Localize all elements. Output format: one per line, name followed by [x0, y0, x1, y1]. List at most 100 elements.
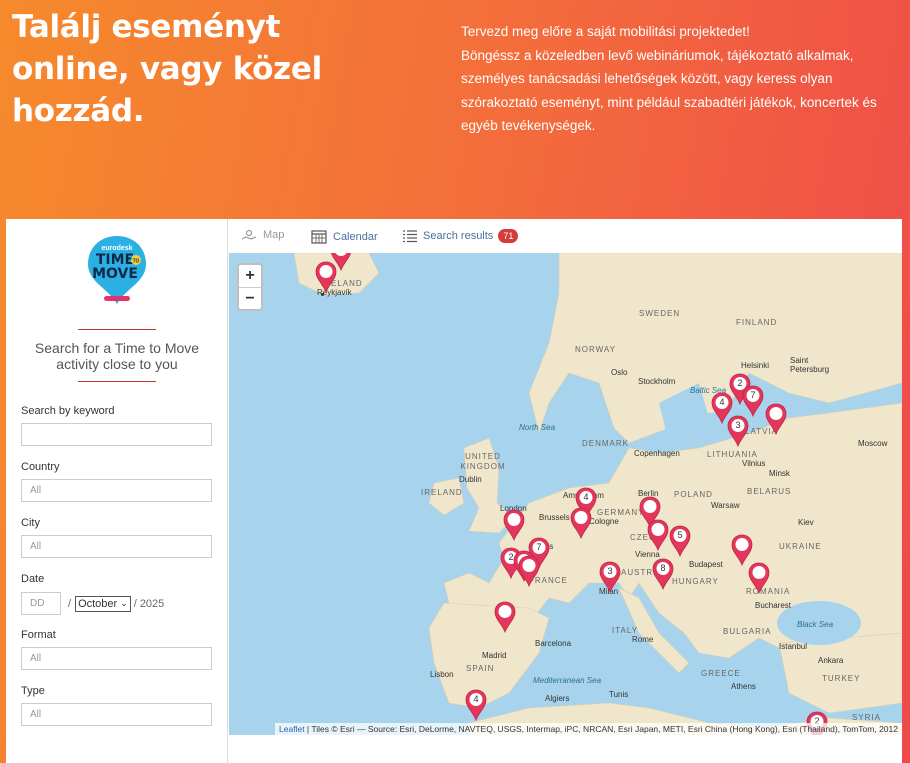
view-tabs: Map Calendar Search results 71 [229, 219, 902, 253]
marker-count: 3 [735, 420, 741, 430]
map-label-bucharest: Bucharest [755, 601, 792, 610]
map-label-lisbon: Lisbon [430, 670, 454, 679]
map-label-athens: Athens [731, 682, 756, 691]
marker-romania[interactable] [748, 562, 770, 594]
map-label-brussels: Brussels [539, 513, 570, 522]
map-label-vilnius: Vilnius [742, 459, 766, 468]
map-label-rome: Rome [632, 635, 654, 644]
date-row: DD / October ⌄ / 2025 [21, 592, 164, 615]
format-select[interactable]: All [21, 647, 212, 670]
marker-london[interactable] [503, 509, 525, 541]
map-label-oslo: Oslo [611, 368, 628, 377]
map-label-germany: GERMANY [597, 508, 645, 517]
country-select[interactable]: All [21, 479, 212, 502]
map-label-syria: SYRIA [852, 713, 882, 722]
map-label-hungary: HUNGARY [672, 577, 719, 586]
map-label-bulgaria: BULGARIA [723, 627, 772, 636]
marker-vienna-north[interactable]: 5 [669, 525, 691, 557]
map-label-poland: POLAND [674, 490, 713, 499]
month-select[interactable]: October ⌄ [75, 595, 131, 612]
tab-calendar-label: Calendar [333, 230, 378, 243]
date-year: 2025 [139, 597, 165, 610]
sidebar-heading: Search for a Time to Move activity close… [34, 340, 200, 372]
map-label-moscow: Moscow [858, 439, 888, 448]
marker-cologne[interactable] [570, 507, 592, 539]
marker-milan[interactable]: 3 [599, 561, 621, 593]
map-label-lithuania: LITHUANIA [707, 450, 758, 459]
search-panel: eurodesk TIME MOVE TO Search for a Time … [6, 219, 902, 763]
map-label-istanbul: Istanbul [779, 642, 808, 651]
svg-text:MOVE: MOVE [92, 266, 138, 282]
marker-paris-south2[interactable] [518, 555, 540, 587]
marker-graz[interactable]: 8 [652, 558, 674, 590]
map-label-kiev: Kiev [798, 518, 814, 527]
keyword-input[interactable] [21, 423, 212, 446]
map-pin-icon [518, 555, 540, 587]
map-pin-icon [748, 562, 770, 594]
map-label-mediterranean-sea: Mediterranean Sea [532, 676, 602, 685]
map-pin-icon [647, 519, 669, 551]
hero-description: Tervezd meg előre a saját mobilitási pro… [461, 20, 901, 138]
date-day-input[interactable]: DD [21, 592, 61, 615]
marker-count: 4 [583, 492, 589, 502]
map-label-italy: ITALY [612, 626, 639, 635]
zoom-in-button[interactable]: + [239, 265, 261, 287]
marker-reykjavik[interactable] [315, 261, 337, 293]
marker-prague[interactable] [647, 519, 669, 551]
map-label-minsk: Minsk [769, 469, 790, 478]
type-select[interactable]: All [21, 703, 212, 726]
map-label-united-kingdom: UNITED KINGDOM [460, 452, 506, 471]
divider-bottom [78, 381, 156, 382]
map-view[interactable]: ICELAND Reykjavík SWEDEN FINLAND NORWAY … [229, 253, 902, 735]
svg-text:eurodesk: eurodesk [101, 245, 132, 252]
hero-title: Találj eseményt online, vagy közel hozzá… [12, 9, 322, 129]
map-pin-icon [315, 261, 337, 293]
marker-riga-east[interactable] [765, 403, 787, 435]
tab-map[interactable]: Map [241, 229, 284, 241]
map-label-ankara: Ankara [818, 656, 844, 665]
zoom-control: + − [237, 263, 263, 311]
date-separator-2: / [133, 597, 137, 610]
map-attribution: Leaflet | Tiles © Esri — Source: Esri, D… [275, 723, 902, 735]
marker-count: 8 [660, 563, 666, 573]
map-label-north-sea: North Sea [519, 423, 556, 432]
map-label-tunis: Tunis [609, 690, 629, 699]
zoom-out-button[interactable]: − [239, 287, 261, 309]
marker-count: 5 [677, 530, 683, 540]
date-label: Date [21, 573, 45, 585]
country-label: Country [21, 461, 60, 473]
time-to-move-logo: eurodesk TIME MOVE TO [88, 236, 146, 304]
sidebar: eurodesk TIME MOVE TO Search for a Time … [6, 219, 228, 763]
map-label-finland: FINLAND [736, 318, 778, 327]
map-label-stockholm: Stockholm [638, 377, 676, 386]
leaflet-link[interactable]: Leaflet [279, 724, 305, 734]
attribution-text: | Tiles © Esri — Source: Esri, DeLorme, … [304, 724, 898, 734]
map-label-saint-petersburg: Saint Petersburg [790, 356, 830, 374]
map-label-madrid: Madrid [482, 651, 507, 660]
map-label-algiers: Algiers [545, 694, 570, 703]
map-pin-icon [765, 403, 787, 435]
map-icon [241, 229, 257, 240]
map-label-black-sea: Black Sea [797, 620, 834, 629]
map-label-warsaw: Warsaw [711, 501, 740, 510]
tab-map-label: Map [263, 229, 285, 241]
map-label-sweden: SWEDEN [639, 309, 681, 318]
map-pin-icon [494, 601, 516, 633]
marker-count: 4 [719, 397, 725, 407]
city-select[interactable]: All [21, 535, 212, 558]
calendar-icon [311, 230, 327, 244]
tab-search-results[interactable]: Search results 71 [403, 229, 519, 243]
format-label: Format [21, 629, 56, 641]
map-label-barcelona: Barcelona [535, 639, 572, 648]
tab-calendar[interactable]: Calendar [311, 229, 378, 244]
map-label-belarus: BELARUS [747, 487, 792, 496]
marker-riga[interactable]: 3 [727, 415, 749, 447]
map-label-norway: NORWAY [575, 345, 616, 354]
marker-tallinn[interactable]: 7 [742, 385, 764, 417]
map-label-ireland: IRELAND [421, 488, 463, 497]
list-icon [403, 229, 417, 242]
marker-spain-south[interactable]: 4 [465, 689, 487, 721]
month-value: October [78, 597, 118, 610]
map-label-greece: GREECE [701, 669, 741, 678]
marker-bordeaux[interactable] [494, 601, 516, 633]
